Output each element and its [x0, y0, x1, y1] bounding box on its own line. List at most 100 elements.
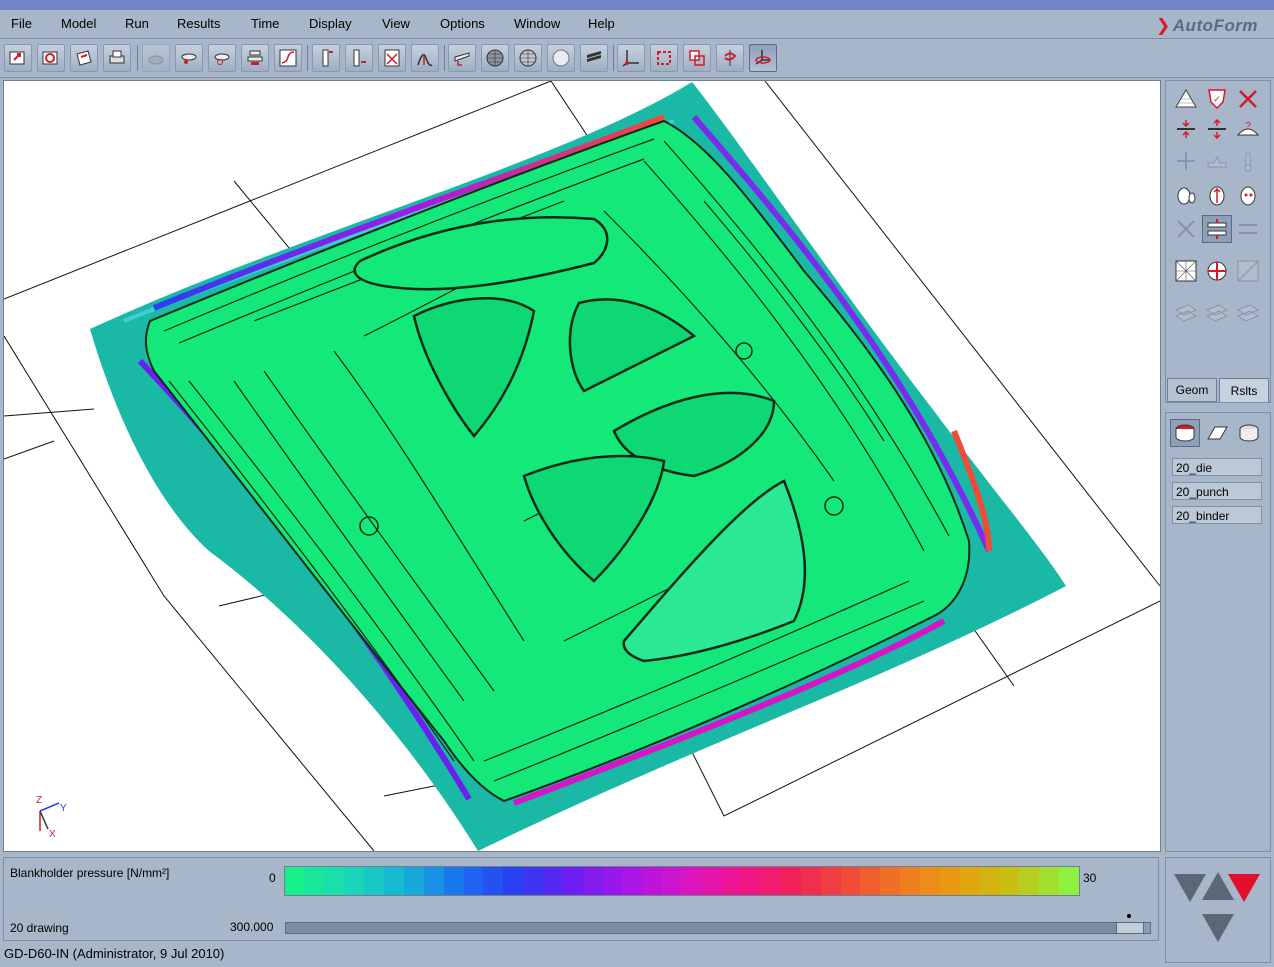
- shading-button[interactable]: [448, 44, 476, 72]
- nav-up-icon[interactable]: [1202, 872, 1234, 900]
- sheet-icon: [1207, 426, 1228, 440]
- result-failure-button[interactable]: ✓: [1202, 85, 1232, 113]
- view-3d-button[interactable]: [749, 44, 777, 72]
- view-3d-icon: [755, 50, 771, 65]
- solid-sphere-icon: [552, 49, 570, 67]
- tab-geom[interactable]: Geom: [1167, 378, 1217, 402]
- time-value: 300.000: [230, 920, 274, 934]
- zoom-fit-icon: [657, 51, 671, 65]
- legend-color-cell: [860, 867, 881, 895]
- result-split-button[interactable]: [1171, 115, 1201, 143]
- ruler-icon: [322, 49, 333, 67]
- display-section-button[interactable]: [1202, 257, 1232, 285]
- legend-color-cell: [939, 867, 960, 895]
- display-mesh-button[interactable]: [1171, 257, 1201, 285]
- tool-drawbead-button[interactable]: [208, 44, 236, 72]
- print-preview-button[interactable]: [70, 44, 98, 72]
- legend-color-cell: [761, 867, 782, 895]
- nav-back-icon[interactable]: [1174, 874, 1206, 902]
- tool-item[interactable]: 20_binder: [1172, 506, 1262, 524]
- result-minor-strain-button[interactable]: [1233, 181, 1263, 209]
- curve-graph-button[interactable]: [274, 44, 302, 72]
- time-slider-thumb[interactable]: [1116, 922, 1144, 934]
- menu-model[interactable]: Model: [61, 16, 96, 31]
- time-slider-fill: [286, 923, 1116, 933]
- layer-3-button[interactable]: [1233, 299, 1263, 327]
- sheet-view-button[interactable]: [1202, 419, 1232, 447]
- printer-icon: [109, 50, 125, 64]
- legend-color-cell: [1058, 867, 1079, 895]
- result-wrinkle-button[interactable]: [1233, 85, 1263, 113]
- menu-view[interactable]: View: [382, 16, 410, 31]
- cylinder-view-button[interactable]: [1234, 419, 1264, 447]
- result-temperature-button[interactable]: [1233, 147, 1263, 175]
- result-major-strain-button[interactable]: [1202, 181, 1232, 209]
- menu-file[interactable]: File: [11, 16, 32, 31]
- result-disabled-2-button[interactable]: [1202, 147, 1232, 175]
- result-disabled-3-button[interactable]: [1171, 215, 1201, 243]
- time-slider[interactable]: [285, 922, 1151, 934]
- legend-color-cell: [880, 867, 901, 895]
- tool-item[interactable]: 20_die: [1172, 458, 1262, 476]
- legend-color-cell: [423, 867, 444, 895]
- result-draw-in-button[interactable]: [1171, 181, 1201, 209]
- result-stretch-button[interactable]: [1202, 115, 1232, 143]
- save-file-button[interactable]: [37, 44, 65, 72]
- ruler-button[interactable]: [312, 44, 340, 72]
- legend-color-cell: [384, 867, 405, 895]
- tool-disabled-button[interactable]: [142, 44, 170, 72]
- menu-run[interactable]: Run: [125, 16, 149, 31]
- zoom-box-button[interactable]: [683, 44, 711, 72]
- menu-options[interactable]: Options: [440, 16, 485, 31]
- result-disabled-4-button[interactable]: [1233, 215, 1263, 243]
- tool-cap-button[interactable]: [175, 44, 203, 72]
- layers-button[interactable]: [580, 44, 608, 72]
- legend-color-cell: [344, 867, 365, 895]
- blankholder-icon: [1207, 219, 1227, 239]
- legend-color-cell: [562, 867, 583, 895]
- svg-text:?: ?: [1245, 121, 1251, 132]
- section-circle-icon: [1207, 261, 1227, 281]
- legend-color-cell: [979, 867, 1000, 895]
- legend-color-cell: [523, 867, 543, 895]
- section-ruler-button[interactable]: [345, 44, 373, 72]
- menu-help[interactable]: Help: [588, 16, 615, 31]
- nav-forward-icon[interactable]: [1228, 874, 1260, 902]
- menu-bar: File Model Run Results Time Display View…: [0, 10, 1274, 39]
- display-disabled-button[interactable]: [1233, 257, 1263, 285]
- result-unknown-button[interactable]: ?: [1233, 115, 1263, 143]
- toolbar-separator: [137, 45, 138, 71]
- layers-icon: [587, 51, 601, 62]
- rotate-button[interactable]: [716, 44, 744, 72]
- result-blankholder-pressure-button[interactable]: [1202, 215, 1232, 243]
- flc-button[interactable]: [411, 44, 439, 72]
- menu-results[interactable]: Results: [177, 16, 220, 31]
- mesh-sphere-button[interactable]: [514, 44, 542, 72]
- axes-button[interactable]: [617, 44, 645, 72]
- result-thickness-button[interactable]: [1171, 85, 1201, 113]
- tool-disabled-icon: [148, 55, 164, 65]
- solid-sphere-button[interactable]: [547, 44, 575, 72]
- menu-window[interactable]: Window: [514, 16, 560, 31]
- print-button[interactable]: [103, 44, 131, 72]
- layer-2-button[interactable]: [1202, 299, 1232, 327]
- menu-time[interactable]: Time: [251, 16, 279, 31]
- wireframe-sphere-button[interactable]: [481, 44, 509, 72]
- legend-color-cell: [701, 867, 722, 895]
- legend-color-cell: [681, 867, 702, 895]
- 3d-viewport[interactable]: Z Y X: [3, 80, 1161, 852]
- chart-button[interactable]: [378, 44, 406, 72]
- tool-view-button[interactable]: [1170, 419, 1200, 447]
- menu-display[interactable]: Display: [309, 16, 352, 31]
- tool-stack-button[interactable]: [241, 44, 269, 72]
- result-disabled-1-button[interactable]: [1171, 147, 1201, 175]
- tool-item[interactable]: 20_punch: [1172, 482, 1262, 500]
- nav-down-icon[interactable]: [1202, 914, 1234, 942]
- tool-drawbead-icon: [214, 53, 230, 65]
- legend-color-cell: [483, 867, 504, 895]
- layer-1-button[interactable]: [1171, 299, 1201, 327]
- egg-dots-icon: [1240, 186, 1256, 206]
- tab-rslts[interactable]: Rslts: [1219, 378, 1269, 402]
- open-file-button[interactable]: [4, 44, 32, 72]
- zoom-fit-button[interactable]: [650, 44, 678, 72]
